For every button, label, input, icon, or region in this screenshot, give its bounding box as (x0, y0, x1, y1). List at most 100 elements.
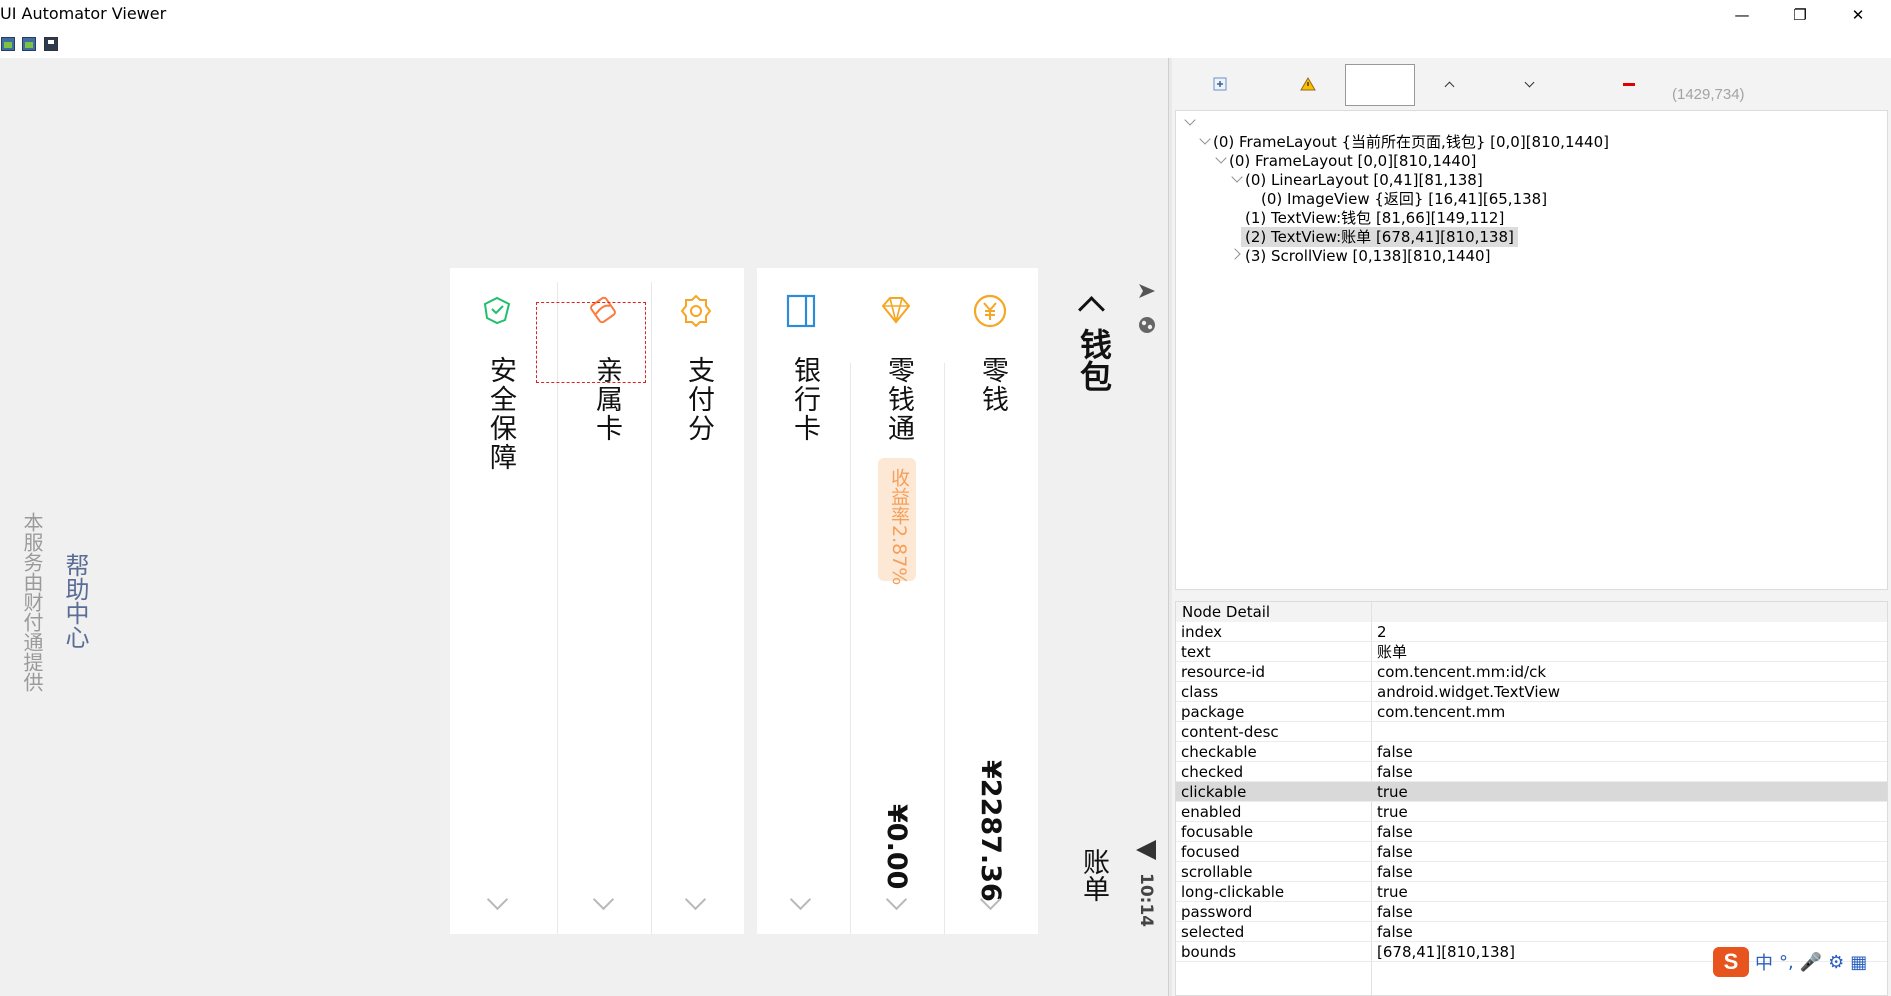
ime-toolbar[interactable]: S 中 °, 🎤 ⚙ ▦ (1713, 944, 1891, 980)
detail-header: Node Detail (1176, 602, 1887, 622)
node-detail-table: Node Detail index 2 text 账单 resource-id com… (1175, 601, 1888, 996)
detail-key: selected (1181, 923, 1245, 941)
list-item-label: 零钱通 (883, 356, 914, 443)
tree-node[interactable]: (0) FrameLayout [0,0][810,1440] (1229, 151, 1476, 171)
detail-value: 账单 (1377, 643, 1408, 661)
detail-value: false (1377, 903, 1413, 921)
list-item-label: 零钱 (977, 356, 1008, 414)
detail-key: content-desc (1181, 723, 1279, 741)
tree-toggle-icon[interactable] (1231, 171, 1243, 183)
app-title: UI Automator Viewer (0, 4, 167, 23)
detail-row-highlighted[interactable]: clickable true (1176, 782, 1887, 802)
device-screenshot-icon[interactable] (1, 37, 15, 51)
detail-row[interactable]: class android.widget.TextView (1176, 682, 1887, 702)
selected-node-highlight (536, 302, 646, 383)
tree-node-selected[interactable]: (2) TextView:账单 [678,41][810,138] (1241, 227, 1518, 247)
minimize-button[interactable]: — (1719, 0, 1765, 30)
detail-row[interactable]: checked false (1176, 762, 1887, 782)
next-result-button[interactable] (1521, 76, 1537, 92)
page-title: 钱包 (1075, 328, 1113, 392)
detail-value: com.tencent.mm:id/ck (1377, 663, 1547, 681)
nav-warning-button[interactable] (1300, 76, 1316, 92)
device-screenshot-compressed-icon[interactable] (22, 37, 36, 51)
detail-key: focused (1181, 843, 1240, 861)
bank-card-icon (786, 294, 816, 328)
microphone-icon[interactable]: 🎤 (1800, 952, 1822, 973)
change-amount: ¥2287.36 (975, 760, 1006, 902)
detail-value: false (1377, 863, 1413, 881)
detail-key: resource-id (1181, 663, 1265, 681)
detail-row[interactable]: selected false (1176, 922, 1887, 942)
tree-toggle-icon[interactable] (1229, 248, 1241, 260)
tree-toggle-icon[interactable] (1199, 133, 1211, 145)
detail-row[interactable]: text 账单 (1176, 642, 1887, 662)
detail-value: com.tencent.mm (1377, 703, 1506, 721)
ime-logo-icon[interactable]: S (1713, 947, 1749, 977)
tree-toggle-icon[interactable] (1184, 114, 1196, 126)
detail-key: scrollable (1181, 863, 1253, 881)
detail-key: class (1181, 683, 1219, 701)
shield-icon (483, 296, 511, 325)
expand-all-button[interactable] (1212, 76, 1228, 92)
detail-key: enabled (1181, 803, 1242, 821)
ime-language-toggle[interactable]: 中 (1755, 949, 1773, 975)
tree-toggle-icon[interactable] (1215, 152, 1227, 164)
detail-key: password (1181, 903, 1253, 921)
service-note: 本服务由财付通提供 (20, 512, 44, 692)
previous-result-button[interactable] (1441, 76, 1457, 92)
lingqiantong-amount: ¥0.00 (881, 804, 912, 890)
tree-toolbar: (1429,734) (1172, 58, 1891, 110)
ime-skin-icon[interactable]: ⚙ (1828, 952, 1844, 973)
coin-icon (973, 294, 1007, 328)
detail-key: index (1181, 623, 1223, 641)
detail-key: bounds (1181, 943, 1237, 961)
detail-value: true (1377, 803, 1408, 821)
detail-row[interactable]: content-desc (1176, 722, 1887, 742)
detail-row[interactable]: package com.tencent.mm (1176, 702, 1887, 722)
tree-node[interactable]: (3) ScrollView [0,138][810,1440] (1245, 246, 1490, 266)
node-search-field[interactable] (1345, 64, 1415, 106)
tree-node[interactable]: (0) ImageView {返回} [16,41][65,138] (1261, 189, 1547, 209)
hierarchy-tree[interactable]: (0) FrameLayout {当前所在页面,钱包} [0,0][810,14… (1175, 110, 1888, 590)
ime-punctuation-toggle[interactable]: °, (1779, 952, 1794, 973)
detail-value: false (1377, 743, 1413, 761)
coordinate-readout: (1429,734) (1672, 86, 1745, 103)
detail-row[interactable]: checkable false (1176, 742, 1887, 762)
detail-value: false (1377, 823, 1413, 841)
detail-row[interactable]: focusable false (1176, 822, 1887, 842)
main-toolbar (0, 30, 1891, 59)
screenshot-canvas[interactable]: 本服务由财付通提供 帮助中心 安全保障 亲属卡 支付分 银行卡 零钱通 收益率2… (0, 58, 1168, 996)
detail-row[interactable]: enabled true (1176, 802, 1887, 822)
minus-icon (1623, 82, 1635, 86)
detail-value: android.widget.TextView (1377, 683, 1560, 701)
back-chevron-icon (1078, 296, 1105, 323)
clear-search-button[interactable] (1621, 76, 1637, 92)
detail-row[interactable]: index 2 (1176, 622, 1887, 642)
close-button[interactable]: ✕ (1835, 0, 1881, 30)
list-item-label: 安全保障 (485, 356, 516, 472)
detail-key: focusable (1181, 823, 1254, 841)
detail-key: checked (1181, 763, 1244, 781)
detail-row[interactable]: focused false (1176, 842, 1887, 862)
device-screen[interactable]: 本服务由财付通提供 帮助中心 安全保障 亲属卡 支付分 银行卡 零钱通 收益率2… (0, 268, 1168, 996)
restore-button[interactable]: ❐ (1777, 0, 1823, 30)
detail-row[interactable]: long-clickable true (1176, 882, 1887, 902)
detail-key: clickable (1181, 783, 1247, 801)
tree-node[interactable]: (0) LinearLayout [0,41][81,138] (1245, 170, 1483, 190)
chevron-up-icon (1444, 81, 1454, 91)
detail-row[interactable]: resource-id com.tencent.mm:id/ck (1176, 662, 1887, 682)
title-bar: UI Automator Viewer — ❐ ✕ (0, 0, 1891, 30)
save-icon[interactable] (44, 37, 58, 51)
diamond-icon (881, 297, 911, 324)
detail-row[interactable]: password false (1176, 902, 1887, 922)
detail-value: false (1377, 763, 1413, 781)
detail-row[interactable]: scrollable false (1176, 862, 1887, 882)
tree-node[interactable]: (0) FrameLayout {当前所在页面,钱包} [0,0][810,14… (1213, 132, 1609, 152)
inspector-pane: (1429,734) (0) FrameLayout {当前所在页面,钱包} [… (1172, 58, 1891, 996)
ime-menu-icon[interactable]: ▦ (1850, 952, 1867, 973)
back-button[interactable] (1073, 288, 1105, 323)
bill-button[interactable]: 账单 (1074, 848, 1113, 902)
detail-value: false (1377, 923, 1413, 941)
help-center-link[interactable]: 帮助中心 (58, 553, 93, 649)
tree-node[interactable]: (1) TextView:钱包 [81,66][149,112] (1245, 208, 1504, 228)
